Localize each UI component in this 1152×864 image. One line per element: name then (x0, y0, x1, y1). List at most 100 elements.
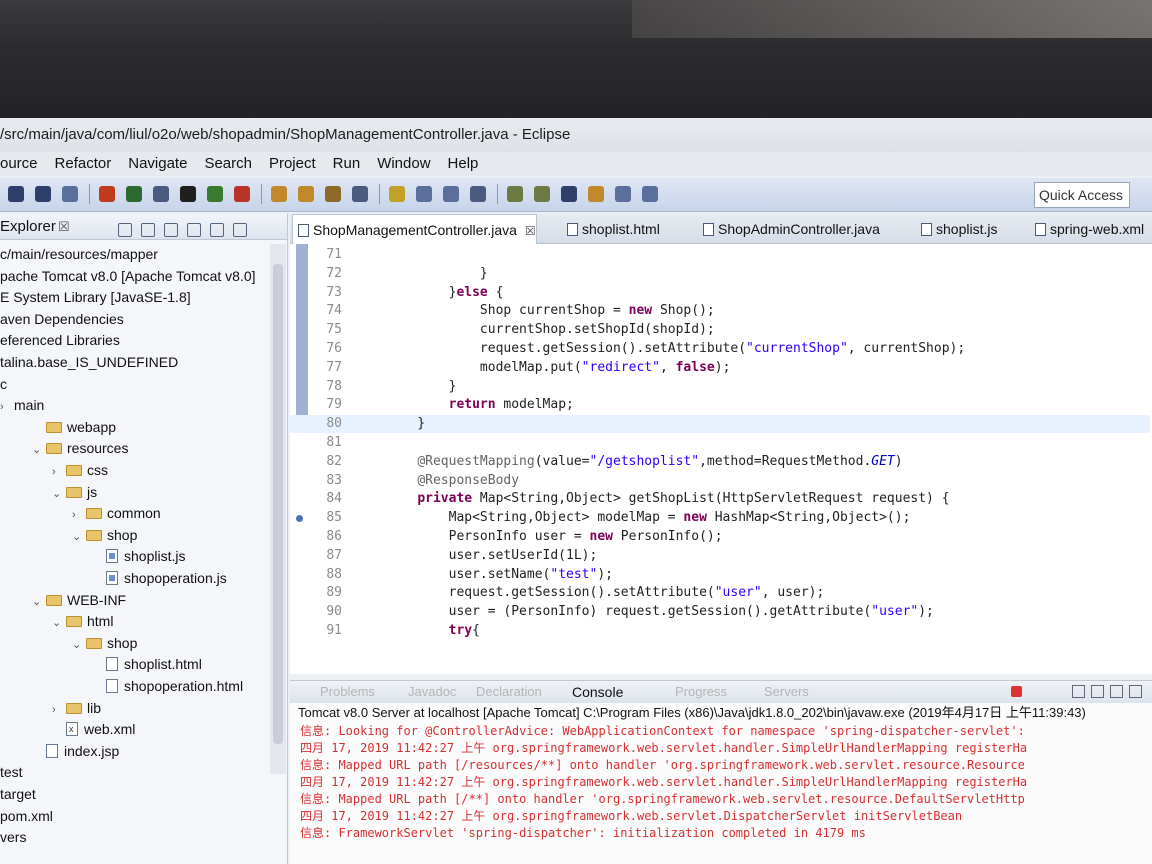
code-line[interactable]: 80 } (290, 415, 1150, 434)
minimize-icon[interactable] (210, 223, 224, 237)
toolbar-icon[interactable] (416, 186, 432, 202)
toolbar-icon[interactable] (62, 186, 78, 202)
tab-progress[interactable]: Progress (675, 684, 727, 699)
tree-item[interactable]: webapp (32, 417, 116, 438)
tab-spring-web-xml[interactable]: spring-web.xml (1030, 214, 1144, 244)
toolbar-icon[interactable] (615, 186, 631, 202)
scrollbar-thumb[interactable] (273, 264, 283, 744)
tab-javadoc[interactable]: Javadoc (408, 684, 456, 699)
code-line[interactable]: 89 request.getSession().setAttribute("us… (290, 584, 1150, 602)
tree-item[interactable]: talina.base_IS_UNDEFINED (0, 352, 178, 373)
collapse-all-icon[interactable] (118, 223, 132, 237)
code-line[interactable]: 83 @ResponseBody (290, 472, 1150, 490)
code-line[interactable]: 81 (290, 434, 1150, 452)
toolbar-icon[interactable] (126, 186, 142, 202)
toolbar-icon[interactable] (271, 186, 287, 202)
code-line[interactable]: 77 modelMap.put("redirect", false); (290, 359, 1150, 377)
chevron-down-icon[interactable]: ⌄ (32, 440, 46, 461)
tree-item[interactable]: vers (0, 827, 26, 848)
tree-item[interactable]: shoplist.html (92, 654, 202, 675)
tab-problems[interactable]: Problems (320, 684, 375, 699)
tree-item[interactable]: shopoperation.js (92, 568, 227, 589)
pin-console-icon[interactable] (1129, 685, 1142, 698)
clear-console-icon[interactable] (1091, 685, 1104, 698)
link-editor-icon[interactable] (141, 223, 155, 237)
toolbar-icon[interactable] (642, 186, 658, 202)
code-line[interactable]: 90 user = (PersonInfo) request.getSessio… (290, 603, 1150, 621)
tab-shopmanagementcontroller-java[interactable]: ShopManagementController.java ☒ (292, 214, 537, 244)
toolbar-icon[interactable] (153, 186, 169, 202)
toolbar-icon[interactable] (443, 186, 459, 202)
toolbar-icon[interactable] (35, 186, 51, 202)
chevron-right-icon[interactable]: › (52, 700, 66, 721)
maximize-icon[interactable] (233, 223, 247, 237)
close-icon[interactable]: ☒ (525, 224, 536, 238)
code-line[interactable]: 78 } (290, 378, 1150, 396)
view-menu-icon[interactable] (187, 223, 201, 237)
tree-item[interactable]: › css (52, 460, 108, 481)
tree-item[interactable]: › main (0, 395, 44, 416)
chevron-down-icon[interactable]: ⌄ (52, 613, 66, 634)
code-line[interactable]: 75 currentShop.setShopId(shopId); (290, 321, 1150, 339)
toolbar-icon[interactable] (470, 186, 486, 202)
chevron-down-icon[interactable]: ⌄ (72, 527, 86, 548)
tree-item[interactable]: shoplist.js (92, 546, 185, 567)
terminate-icon[interactable] (1011, 686, 1022, 697)
tree-item[interactable]: c (0, 374, 7, 395)
code-line[interactable]: 88 user.setName("test"); (290, 566, 1150, 584)
code-area[interactable]: 71 72 } 73 }else {74 Shop currentShop = ne… (290, 244, 1152, 674)
code-line[interactable]: 73 }else { (290, 284, 1150, 302)
tree-item[interactable]: › lib (52, 698, 101, 719)
chevron-down-icon[interactable]: ⌄ (52, 484, 66, 505)
code-line[interactable]: 87 user.setUserId(1L); (290, 547, 1150, 565)
code-line[interactable]: 76 request.getSession().setAttribute("cu… (290, 340, 1150, 358)
code-line[interactable]: 84 private Map<String,Object> getShopLis… (290, 490, 1150, 508)
tree-item[interactable]: pom.xml (0, 806, 53, 827)
menu-window[interactable]: Window (377, 152, 430, 176)
toolbar-icon[interactable] (325, 186, 341, 202)
tab-declaration[interactable]: Declaration (476, 684, 542, 699)
tree-item[interactable]: index.jsp (32, 741, 119, 762)
toolbar-icon[interactable] (588, 186, 604, 202)
tab-servers[interactable]: Servers (764, 684, 809, 699)
close-icon[interactable]: ☒ (58, 214, 70, 240)
menu-help[interactable]: Help (448, 152, 479, 176)
override-marker-icon[interactable] (296, 515, 303, 523)
toolbar-icon[interactable] (561, 186, 577, 202)
chevron-right-icon[interactable]: › (72, 505, 86, 526)
tree-item[interactable]: web.xml (52, 719, 135, 740)
explorer-scrollbar[interactable] (270, 244, 286, 774)
code-line[interactable]: 85 Map<String,Object> modelMap = new Has… (290, 509, 1150, 527)
remove-launch-icon[interactable] (1072, 685, 1085, 698)
code-line[interactable]: 91 try{ (290, 622, 1150, 640)
menu-navigate[interactable]: Navigate (128, 152, 187, 176)
menu-search[interactable]: Search (204, 152, 252, 176)
tree-item[interactable]: › common (72, 503, 161, 524)
filter-icon[interactable] (164, 223, 178, 237)
toolbar-icon[interactable] (180, 186, 196, 202)
scroll-lock-icon[interactable] (1110, 685, 1123, 698)
menu-project[interactable]: Project (269, 152, 316, 176)
toolbar-icon[interactable] (352, 186, 368, 202)
toolbar-icon[interactable] (534, 186, 550, 202)
toolbar-icon[interactable] (234, 186, 250, 202)
chevron-down-icon[interactable]: ⌄ (32, 592, 46, 613)
quick-access-input[interactable]: Quick Access (1034, 182, 1130, 208)
tab-shopadmincontroller-java[interactable]: ShopAdminController.java (698, 214, 880, 244)
menu-run[interactable]: Run (333, 152, 361, 176)
toolbar-icon[interactable] (207, 186, 223, 202)
tree-item[interactable]: ⌄ shop (72, 525, 137, 546)
menu-refactor[interactable]: Refactor (55, 152, 112, 176)
tree-item[interactable]: ⌄ html (52, 611, 113, 632)
code-line[interactable]: 86 PersonInfo user = new PersonInfo(); (290, 528, 1150, 546)
tree-item[interactable]: ⌄ WEB-INF (32, 590, 126, 611)
menu-ource[interactable]: ource (0, 152, 38, 176)
toolbar-icon[interactable] (99, 186, 115, 202)
tree-item[interactable]: aven Dependencies (0, 309, 124, 330)
code-line[interactable]: 71 (290, 246, 1150, 264)
chevron-down-icon[interactable]: ⌄ (72, 635, 86, 656)
tree-item[interactable]: test (0, 762, 23, 783)
chevron-right-icon[interactable]: › (0, 397, 14, 418)
tree-item[interactable]: ⌄ resources (32, 438, 128, 459)
code-line[interactable]: 72 } (290, 265, 1150, 283)
